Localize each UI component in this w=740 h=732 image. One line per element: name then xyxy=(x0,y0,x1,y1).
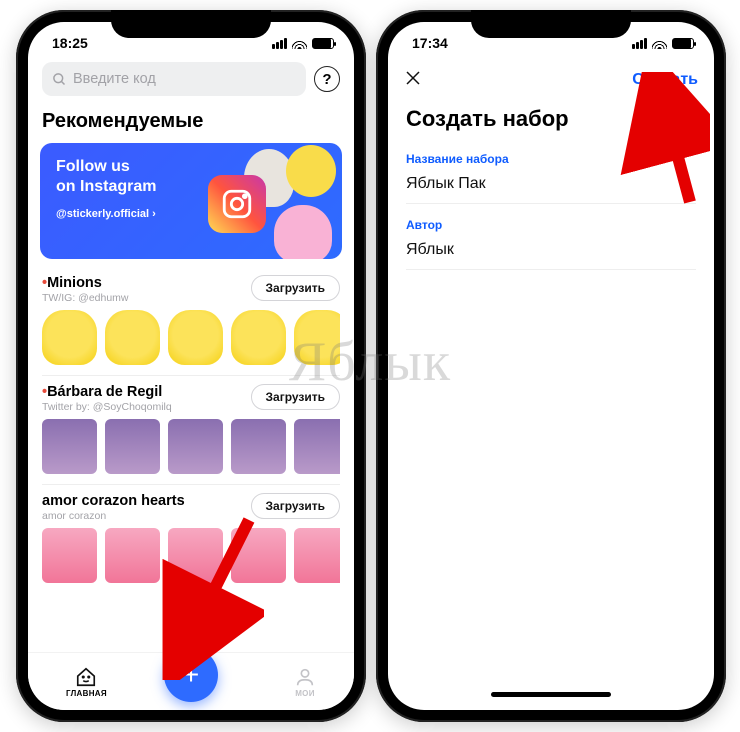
field-label-author: Автор xyxy=(406,218,696,232)
promo-banner[interactable]: Follow us on Instagram @stickerly.offici… xyxy=(40,143,342,259)
divider xyxy=(42,375,340,376)
status-time: 18:25 xyxy=(52,35,88,51)
tab-label: ГЛАВНАЯ xyxy=(66,689,107,698)
sticker-thumbnail[interactable] xyxy=(105,419,160,474)
signal-icon xyxy=(632,38,647,49)
sticker-thumbnail[interactable] xyxy=(231,310,286,365)
promo-character-2 xyxy=(286,145,336,197)
help-button[interactable]: ? xyxy=(314,66,340,92)
tab-label: МОИ xyxy=(295,689,315,698)
create-button[interactable]: Создать xyxy=(632,71,698,89)
sticker-thumbnail[interactable] xyxy=(231,528,286,583)
wifi-icon xyxy=(292,38,307,49)
divider xyxy=(42,484,340,485)
pack-title: amor corazon hearts xyxy=(42,493,185,509)
question-icon: ? xyxy=(322,71,331,88)
pack-subtitle: TW/IG: @edhumw xyxy=(42,292,129,304)
pack-title: Minions xyxy=(47,275,102,291)
pack-subtitle: Twitter by: @SoyChoqomilq xyxy=(42,401,172,413)
promo-character-3 xyxy=(274,205,332,259)
signal-icon xyxy=(272,38,287,49)
status-time: 17:34 xyxy=(412,35,448,51)
battery-icon xyxy=(672,38,694,49)
sticker-pack: amor corazon hearts amor corazon Загрузи… xyxy=(28,487,354,585)
add-button[interactable]: + xyxy=(164,648,218,702)
field-label-name: Название набора xyxy=(406,152,696,166)
sticker-thumbnail[interactable] xyxy=(168,528,223,583)
sticker-thumbnail[interactable] xyxy=(105,310,160,365)
field-input-author[interactable]: Яблык xyxy=(406,237,696,270)
home-icon xyxy=(75,666,97,688)
download-button[interactable]: Загрузить xyxy=(251,493,340,519)
notch xyxy=(471,10,631,38)
pack-title: Bárbara de Regil xyxy=(47,384,162,400)
home-indicator xyxy=(388,678,714,710)
battery-icon xyxy=(312,38,334,49)
tab-home[interactable]: ГЛАВНАЯ xyxy=(66,666,107,698)
field-input-name[interactable]: Яблык Пак xyxy=(406,171,696,204)
tab-mine[interactable]: МОИ xyxy=(294,666,316,698)
instagram-icon xyxy=(208,175,266,233)
sticker-thumbnail[interactable] xyxy=(231,419,286,474)
pack-subtitle: amor corazon xyxy=(42,510,185,522)
phone-left: 18:25 Введите код ? Рекомендуемые xyxy=(16,10,366,722)
sticker-pack: •Minions TW/IG: @edhumw Загрузить xyxy=(28,269,354,367)
plus-icon: + xyxy=(183,659,199,691)
sticker-thumbnail[interactable] xyxy=(105,528,160,583)
close-button[interactable] xyxy=(404,67,422,93)
wifi-icon xyxy=(652,38,667,49)
sticker-thumbnail[interactable] xyxy=(294,528,340,583)
sticker-thumbnail[interactable] xyxy=(168,419,223,474)
tab-bar: ГЛАВНАЯ + МОИ xyxy=(28,652,354,710)
page-title: Создать набор xyxy=(388,102,714,152)
sticker-thumbnail[interactable] xyxy=(42,419,97,474)
search-placeholder: Введите код xyxy=(73,71,156,87)
close-icon xyxy=(404,69,422,87)
search-input[interactable]: Введите код xyxy=(42,62,306,96)
search-icon xyxy=(52,72,67,87)
sticker-thumbnail[interactable] xyxy=(168,310,223,365)
phone-right: 17:34 Создать Создать набор Название наб… xyxy=(376,10,726,722)
sticker-thumbnail[interactable] xyxy=(42,310,97,365)
download-button[interactable]: Загрузить xyxy=(251,384,340,410)
sticker-thumbnail[interactable] xyxy=(42,528,97,583)
section-recommended-title: Рекомендуемые xyxy=(28,104,354,143)
notch xyxy=(111,10,271,38)
sticker-pack: •Bárbara de Regil Twitter by: @SoyChoqom… xyxy=(28,378,354,476)
person-icon xyxy=(294,666,316,688)
sticker-thumbnail[interactable] xyxy=(294,310,340,365)
download-button[interactable]: Загрузить xyxy=(251,275,340,301)
sticker-thumbnail[interactable] xyxy=(294,419,340,474)
